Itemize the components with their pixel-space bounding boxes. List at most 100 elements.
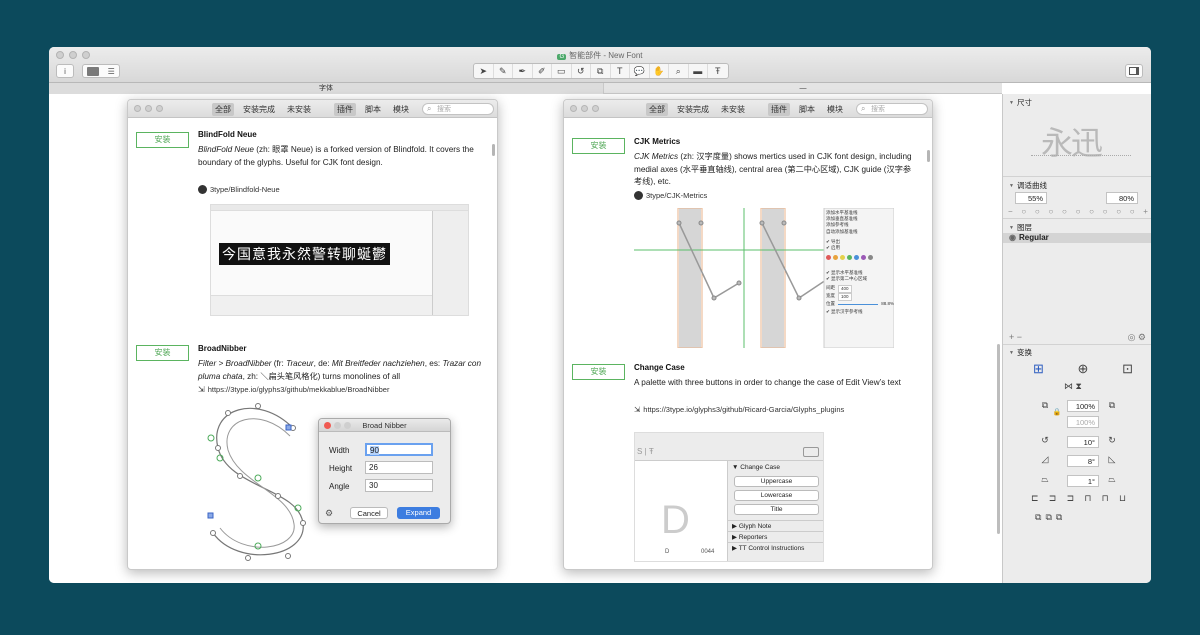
scrollbar-thumb[interactable] (927, 150, 930, 162)
cancel-button[interactable]: Cancel (350, 507, 388, 519)
rotate-left-icon[interactable]: ↺ (1039, 435, 1051, 446)
install-button[interactable]: 安装 (572, 364, 625, 380)
height-field[interactable]: 26 (365, 461, 433, 474)
section-glyph-note[interactable]: ▶ Glyph Note (728, 520, 823, 531)
rectangle-tool-icon[interactable]: ▭ (552, 64, 572, 78)
scale-apply-icon[interactable]: ⧉ (1106, 400, 1118, 411)
expand-button[interactable]: Expand (397, 507, 440, 519)
subtract-icon[interactable]: ⧉ (1045, 512, 1055, 522)
add-layer-icon[interactable]: + − (1009, 332, 1022, 343)
filter-installed[interactable]: 安装完成 (674, 103, 712, 116)
type-tool-icon[interactable]: Ŧ (708, 64, 728, 78)
dialog-close-button[interactable] (324, 422, 331, 429)
text-tool-icon[interactable]: T (611, 64, 630, 78)
scale-tool-icon[interactable]: ⧉ (591, 64, 611, 78)
curve-value-1[interactable]: 55% (1015, 192, 1047, 204)
close-panel-button[interactable] (134, 105, 141, 112)
filter-all[interactable]: 全部 (646, 103, 668, 116)
rotate-tool-icon[interactable]: ↺ (572, 64, 591, 78)
lowercase-button[interactable]: Lowercase (734, 490, 819, 501)
filter-scripts[interactable]: 脚本 (362, 103, 384, 116)
slant-right-icon[interactable]: ◺ (1106, 454, 1118, 465)
menu-item[interactable]: ✔ 启用 (826, 245, 894, 251)
tab-edit[interactable]: — (604, 83, 1002, 94)
tab-font[interactable]: 字体 (49, 83, 604, 94)
minus-icon[interactable]: − (1008, 207, 1013, 216)
filter-scripts[interactable]: 脚本 (796, 103, 818, 116)
install-button[interactable]: 安装 (572, 138, 625, 154)
search-input[interactable]: 搜索 (856, 103, 928, 115)
filter-not-installed[interactable]: 未安装 (718, 103, 748, 116)
align-bottom-icon[interactable]: ⊔ (1119, 493, 1126, 504)
angle-field[interactable]: 30 (365, 479, 433, 492)
filter-modules[interactable]: 模块 (824, 103, 846, 116)
list-view-icon[interactable]: ☰ (108, 67, 115, 76)
layer-options-icon[interactable]: ◎ ⚙ (1128, 332, 1146, 343)
search-input[interactable]: 搜索 (422, 103, 494, 115)
menu-item[interactable]: 自动添加基准线 (826, 229, 894, 235)
slant-field[interactable]: 8° (1067, 455, 1099, 467)
section-reporters[interactable]: ▶ Reporters (728, 531, 823, 542)
zoom-tool-icon[interactable]: ⌕ (669, 64, 689, 78)
scale-icon[interactable]: ⧉ (1039, 400, 1051, 411)
intersect-icon[interactable]: ⧉ (1056, 512, 1066, 522)
rotate-right-icon[interactable]: ↻ (1106, 435, 1118, 446)
install-button[interactable]: 安装 (136, 345, 189, 361)
union-icon[interactable]: ⧉ (1035, 512, 1045, 522)
plugin-link[interactable]: ⇲ https://3type.io/glyphs3/github/mekkabl… (198, 385, 389, 394)
brush-tool-icon[interactable]: ✐ (533, 64, 552, 78)
eye-icon[interactable]: ◉ (1009, 233, 1016, 242)
menu-item[interactable]: ✔ 显示汉字参考线 (826, 309, 894, 315)
preview-slider-track[interactable] (1031, 155, 1131, 156)
annotation-tool-icon[interactable]: 💬 (630, 64, 650, 78)
mirror-vertical-icon[interactable]: ⧗ (1076, 381, 1082, 391)
filter-plugins[interactable]: 插件 (334, 103, 356, 116)
filter-installed[interactable]: 安装完成 (240, 103, 278, 116)
origin-center-icon[interactable]: ⊕ (1078, 361, 1089, 377)
color-swatches[interactable] (826, 255, 894, 261)
scrollbar-thumb[interactable] (492, 144, 495, 156)
curve-section-header[interactable]: 调适曲线 (1009, 180, 1047, 191)
rotate-field[interactable]: 10° (1067, 436, 1099, 448)
align-right-icon[interactable]: ⊐ (1067, 493, 1075, 504)
skew-left-icon[interactable]: ⏢ (1039, 474, 1051, 485)
plugin-link[interactable]: ⇲ https://3type.io/glyphs3/github/Ricard-… (634, 405, 844, 414)
origin-grid-icon[interactable]: ⊞ (1033, 361, 1044, 377)
hand-tool-icon[interactable]: ✋ (650, 64, 669, 78)
slant-left-icon[interactable]: ◿ (1039, 454, 1051, 465)
width-field[interactable]: 90 (365, 443, 433, 456)
lock-icon[interactable]: 🔒 (1051, 408, 1063, 416)
close-panel-button[interactable] (570, 105, 577, 112)
scale-y-field[interactable]: 100% (1067, 416, 1099, 428)
title-case-button[interactable]: Title (734, 504, 819, 515)
filter-plugins[interactable]: 插件 (768, 103, 790, 116)
filter-modules[interactable]: 模块 (390, 103, 412, 116)
align-center-icon[interactable]: ⊐ (1049, 493, 1057, 504)
skew-right-icon[interactable]: ⏢ (1106, 474, 1118, 485)
section-tt-instructions[interactable]: ▶ TT Control Instructions (728, 542, 823, 553)
scale-x-field[interactable]: 100% (1067, 400, 1099, 412)
size-section-header[interactable]: 尺寸 (1009, 97, 1032, 108)
uppercase-button[interactable]: Uppercase (734, 476, 819, 487)
origin-box-icon[interactable]: ⊡ (1122, 361, 1133, 377)
filter-not-installed[interactable]: 未安装 (284, 103, 314, 116)
transform-section-header[interactable]: 变换 (1009, 347, 1032, 358)
curve-slider[interactable]: − ○ ○ ○ ○ ○ ○ ○ ○ ○ + (1008, 207, 1148, 216)
select-tool-icon[interactable]: ➤ (474, 64, 494, 78)
plugin-link[interactable]: 3type/Blindfold-Neue (198, 185, 280, 194)
filter-all[interactable]: 全部 (212, 103, 234, 116)
layers-section-header[interactable]: 图层 (1009, 222, 1032, 233)
skew-field[interactable]: 1° (1067, 475, 1099, 487)
gear-icon[interactable]: ⚙ (325, 508, 333, 519)
grid-view-icon[interactable] (87, 66, 100, 76)
layer-row[interactable]: ◉ Regular (1003, 233, 1151, 243)
sidebar-scrollbar[interactable] (997, 344, 1000, 534)
pen-tool-icon[interactable]: ✒ (513, 64, 533, 78)
draw-tool-icon[interactable]: ✎ (494, 64, 513, 78)
align-top-icon[interactable]: ⊓ (1084, 493, 1091, 504)
curve-value-2[interactable]: 80% (1106, 192, 1138, 204)
zoom-panel-button[interactable] (592, 105, 599, 112)
plugin-link[interactable]: 3type/CJK-Metrics (634, 191, 707, 200)
align-left-icon[interactable]: ⊏ (1031, 493, 1039, 504)
zoom-panel-button[interactable] (156, 105, 163, 112)
